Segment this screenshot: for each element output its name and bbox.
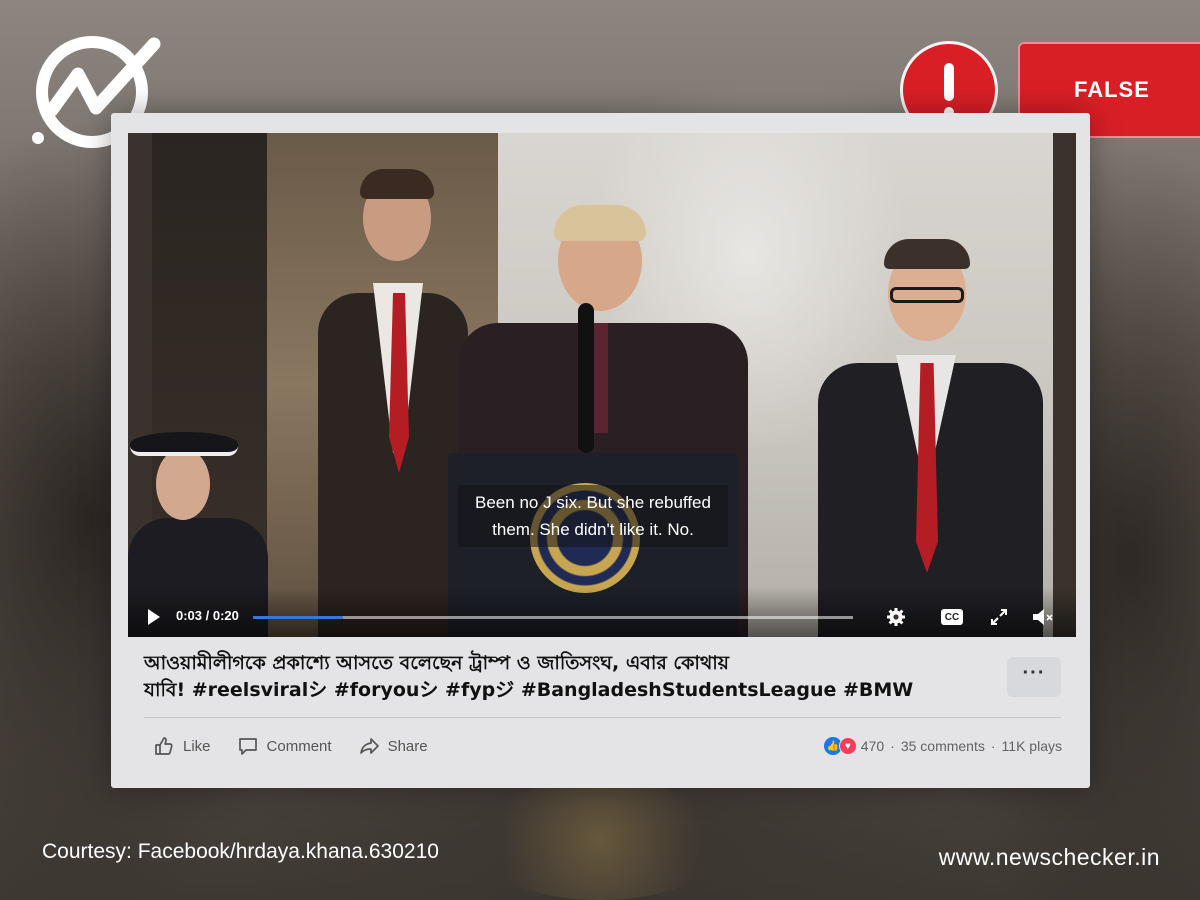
verdict-label: FALSE [1074,77,1150,102]
cc-icon[interactable]: CC [941,609,963,625]
comment-label: Comment [266,737,332,755]
stats-separator: · [890,738,895,754]
caption-line-1: Been no J six. But she rebuffed [475,493,711,512]
caption-line-2: them. She didn't like it. No. [492,520,694,539]
stats-separator: · [990,738,996,754]
thumbs-up-icon [155,737,173,755]
gear-icon[interactable] [886,607,906,627]
comment-icon [238,738,257,755]
courtesy-credit: Courtesy: Facebook/hrdaya.khana.630210 [42,840,439,863]
video-person-left [318,169,468,637]
microphone [578,303,594,453]
post-stats: 👍 ♥ 470 · 35 comments · 11K plays [823,737,1062,755]
like-button[interactable]: Like [153,735,211,757]
expand-icon[interactable] [990,608,1008,626]
share-button[interactable]: Share [358,735,428,757]
share-label: Share [387,737,428,755]
video-player[interactable]: Been no J six. But she rebuffed them. Sh… [128,133,1076,637]
post-caption-line-1: আওয়ামীলীগকে প্রকাশ্যে আসতে বলেছেন ট্রাম… [144,652,729,674]
post-caption-line-2: যাবি! #reelsviralシ #foryouシ #fypジ #Bangl… [144,679,914,701]
reaction-count[interactable]: 470 [861,738,884,754]
video-progress-fill [253,616,343,619]
site-url: www.newschecker.in [938,844,1160,870]
love-reaction-icon[interactable]: ♥ [838,737,857,755]
volume-muted-icon[interactable] [1031,606,1055,628]
like-label: Like [183,737,211,755]
more-options-button[interactable]: ··· [1007,657,1061,697]
comments-count[interactable]: 35 comments [901,738,985,754]
video-controls: 0:03 / 0:20 CC [128,587,1076,637]
video-caption: Been no J six. But she rebuffed them. Sh… [458,485,728,547]
video-time: 0:03 / 0:20 [176,608,239,623]
background-seal-blur [470,780,730,900]
video-progress-bar[interactable] [253,616,853,619]
share-icon [359,738,379,754]
comment-button[interactable]: Comment [237,735,332,757]
play-icon[interactable] [148,609,160,625]
divider [144,717,1061,718]
facebook-post-card: Been no J six. But she rebuffed them. Sh… [111,113,1090,788]
post-actions: Like Comment Share [153,735,428,757]
plays-count: 11K plays [1001,738,1062,754]
post-caption: আওয়ামীলীগকে প্রকাশ্যে আসতে বলেছেন ট্রাম… [144,650,974,704]
